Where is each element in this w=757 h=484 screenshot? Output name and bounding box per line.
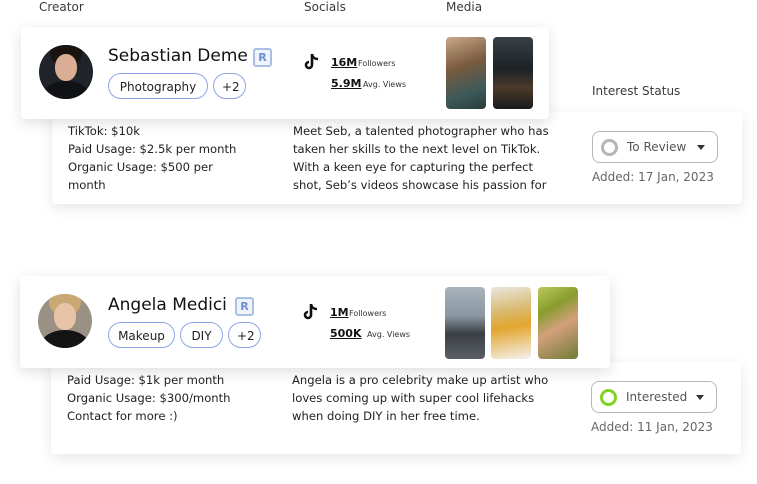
rate-line: Contact for more :) [67, 409, 178, 423]
verified-badge-icon: R [253, 48, 272, 67]
status-indicator-icon [600, 389, 617, 406]
rate-line: TikTok: $10k [68, 124, 141, 138]
creator-card[interactable]: Sebastian Deme R Photography +2 16M Foll… [21, 27, 549, 119]
bio-line: Meet Seb, a talented photographer who ha… [293, 124, 549, 138]
tiktok-icon [304, 53, 319, 70]
tiktok-icon [303, 303, 318, 320]
tag-chip[interactable]: Makeup [108, 322, 175, 348]
creator-name: Angela Medici [108, 295, 227, 315]
rate-line: month [68, 178, 106, 192]
column-header-interest-status: Interest Status [592, 84, 681, 98]
chevron-down-icon [697, 145, 705, 150]
avatar [39, 45, 93, 99]
followers-label: Followers [349, 309, 387, 318]
more-tags-chip[interactable]: +2 [228, 322, 261, 348]
tag-chip[interactable]: Photography [108, 73, 208, 99]
creator-card[interactable]: Angela Medici R Makeup DIY +2 1M Followe… [20, 276, 610, 368]
status-dropdown[interactable]: Interested [591, 381, 717, 413]
media-thumbnail[interactable] [445, 287, 485, 359]
status-indicator-icon [601, 139, 618, 156]
followers-count: 16M [331, 56, 358, 69]
media-thumbnail[interactable] [491, 287, 531, 359]
status-dropdown[interactable]: To Review [592, 131, 718, 163]
bio-line: Angela is a pro celebrity make up artist… [292, 373, 549, 387]
avg-views-count: 5.9M [331, 77, 362, 90]
creator-bio: Angela is a pro celebrity make up artist… [292, 371, 582, 425]
creator-detail-row[interactable]: Paid Usage: $1k per month Organic Usage:… [51, 362, 741, 454]
avg-views-count: 500K [330, 327, 362, 340]
media-thumbnail[interactable] [493, 37, 533, 109]
chevron-down-icon [696, 395, 704, 400]
followers-label: Followers [358, 59, 396, 68]
column-header-media: Media [446, 0, 483, 14]
followers-count: 1M [330, 306, 349, 319]
bio-line: when doing DIY in her free time. [292, 409, 480, 423]
media-thumbnail[interactable] [538, 287, 578, 359]
verified-badge-icon: R [235, 297, 254, 316]
status-label: To Review [627, 140, 687, 154]
media-thumbnail[interactable] [446, 37, 486, 109]
avatar [38, 294, 92, 348]
rate-line: Paid Usage: $2.5k per month [68, 142, 237, 156]
status-label: Interested [626, 390, 688, 404]
creator-detail-row[interactable]: TikTok: $10k Paid Usage: $2.5k per month… [52, 112, 742, 204]
creator-bio: Meet Seb, a talented photographer who ha… [293, 122, 583, 194]
rate-line: Paid Usage: $1k per month [67, 373, 225, 387]
bio-line: shot, Seb’s videos showcase his passion … [293, 178, 547, 192]
rate-line: Organic Usage: $300/month [67, 391, 231, 405]
avg-views-label: Avg. Views [367, 330, 411, 339]
bio-line: taken her skills to the next level on Ti… [293, 142, 541, 156]
bio-line: loves coming up with super cool lifehack… [292, 391, 535, 405]
rates-list: TikTok: $10k Paid Usage: $2.5k per month… [68, 122, 278, 194]
bio-line: With a keen eye for capturing the perfec… [293, 160, 534, 174]
rates-list: Paid Usage: $1k per month Organic Usage:… [67, 371, 277, 425]
column-header-creator: Creator [39, 0, 84, 14]
more-tags-chip[interactable]: +2 [213, 73, 246, 99]
tag-chip[interactable]: DIY [180, 322, 223, 348]
added-date: Added: 11 Jan, 2023 [591, 420, 713, 434]
column-header-socials: Socials [304, 0, 346, 14]
creator-name: Sebastian Deme [108, 46, 248, 66]
added-date: Added: 17 Jan, 2023 [592, 170, 714, 184]
rate-line: Organic Usage: $500 per [68, 160, 213, 174]
avg-views-label: Avg. Views [363, 80, 407, 89]
